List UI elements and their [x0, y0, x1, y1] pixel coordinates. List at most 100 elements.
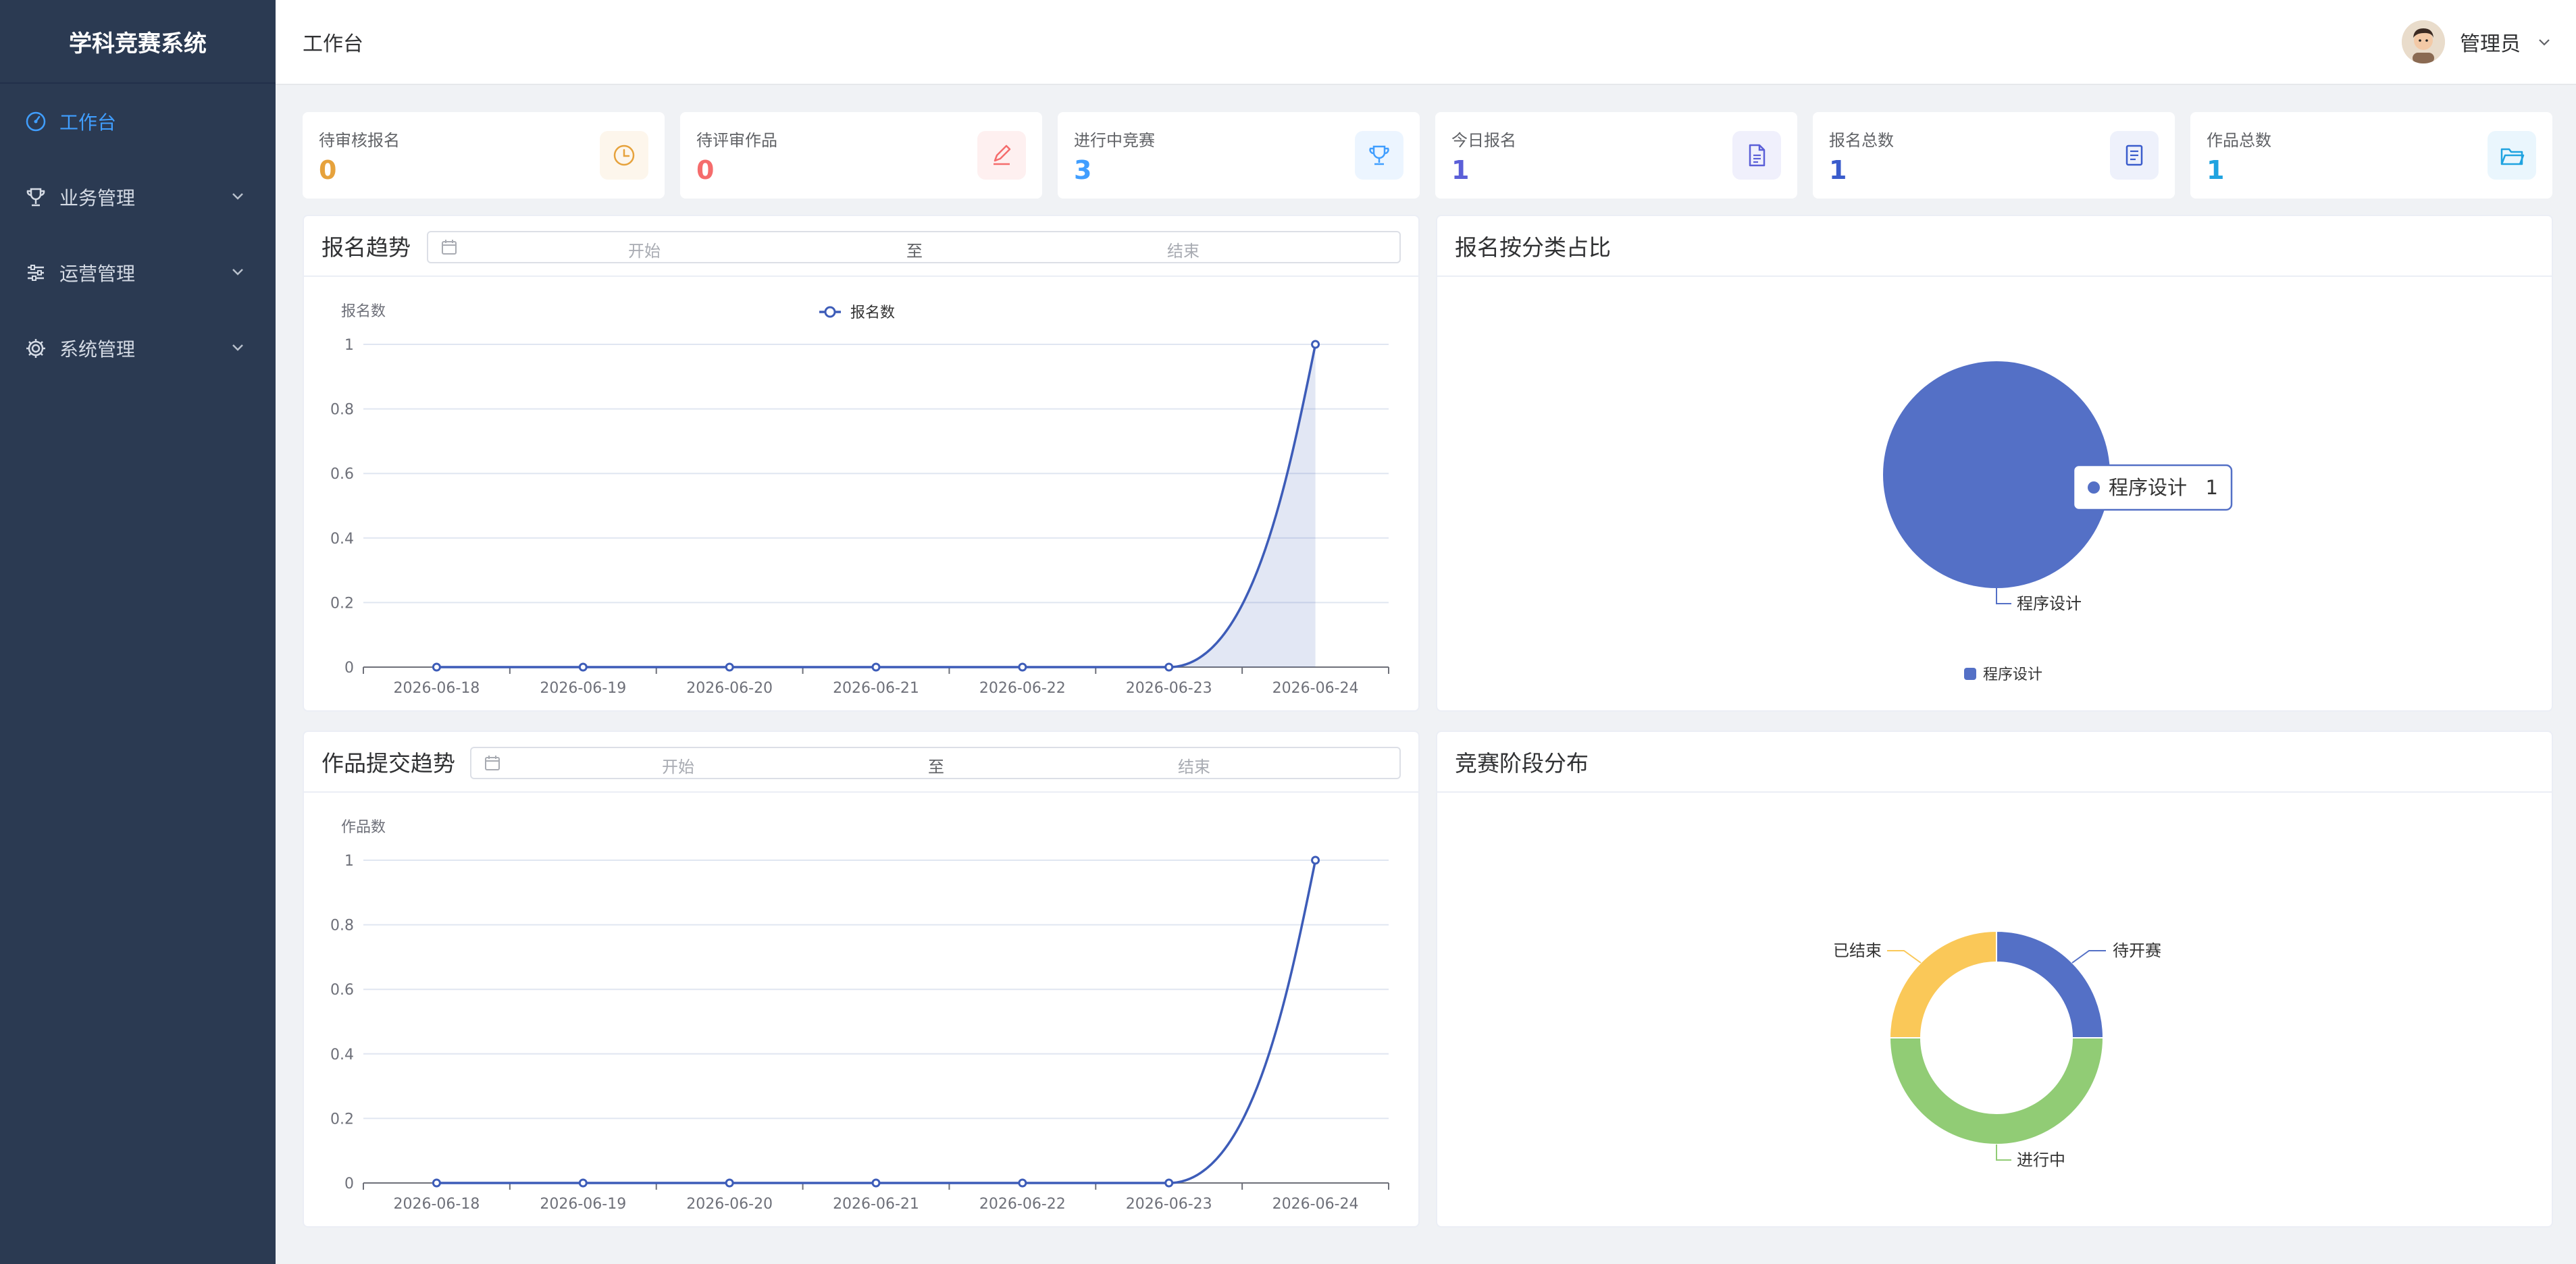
y-tick-label: 0.4: [330, 1047, 354, 1063]
data-point: [578, 1178, 588, 1188]
card-divider: [304, 791, 1418, 793]
stat-card-active-competitions[interactable]: 进行中竞赛 3: [1058, 112, 1420, 199]
stat-card-today-registrations[interactable]: 今日报名 1: [1435, 112, 1797, 199]
pen-icon: [977, 131, 1026, 180]
data-point: [1164, 662, 1174, 672]
data-point: [1018, 1178, 1027, 1188]
trophy-icon: [1355, 131, 1403, 180]
range-end-input[interactable]: 结束: [1178, 754, 1210, 777]
chevron-down-icon: [2535, 33, 2553, 51]
x-tick-label: 2026-06-19: [540, 1196, 626, 1213]
x-tick-label: 2026-06-21: [833, 1196, 919, 1213]
label-leader-line: [1996, 1144, 2011, 1161]
tooltip-marker: [2088, 481, 2100, 494]
gear-icon: [24, 337, 47, 360]
stat-label: 进行中竞赛: [1074, 131, 1155, 150]
range-start-input[interactable]: 开始: [662, 754, 694, 777]
top-header: 工作台 管理员: [276, 0, 2576, 85]
sidebar-item-label: 工作台: [59, 111, 117, 134]
stat-label: 待审核报名: [319, 131, 400, 150]
series-area: [436, 344, 1316, 667]
data-point: [1018, 662, 1027, 672]
card-title: 报名按分类占比: [1455, 234, 1611, 261]
stat-card-pending-registrations[interactable]: 待审核报名 0: [303, 112, 665, 199]
category-ratio-card: 报名按分类占比 程序设计 程序设计 程序设计 1: [1436, 215, 2553, 712]
x-tick-label: 2026-06-20: [686, 680, 773, 697]
data-point: [578, 662, 588, 672]
x-tick-label: 2026-06-23: [1126, 1196, 1212, 1213]
sidebar-item-label: 运营管理: [59, 263, 136, 285]
y-tick-label: 1: [344, 853, 354, 870]
sidebar: 学科竞赛系统 工作台 业务管理 运营管理 系统管理: [0, 0, 276, 1264]
sidebar-item-business[interactable]: 业务管理: [0, 159, 276, 235]
y-tick-label: 0: [344, 660, 354, 677]
data-point: [871, 662, 881, 672]
stat-card-total-registrations[interactable]: 报名总数 1: [1813, 112, 2175, 199]
card-divider: [1437, 275, 2552, 277]
y-axis-title: 作品数: [341, 819, 386, 836]
stat-card-pending-reviews[interactable]: 待评审作品 0: [680, 112, 1042, 199]
legend-marker: [824, 306, 836, 318]
date-range-picker[interactable]: 开始 至 结束: [427, 231, 1401, 263]
legend-label: 报名数: [850, 305, 895, 321]
stat-label: 今日报名: [1451, 131, 1516, 150]
slice-label: 进行中: [2017, 1151, 2065, 1169]
x-tick-label: 2026-06-20: [686, 1196, 773, 1213]
category-pie-chart: 程序设计程序设计程序设计 1: [1883, 361, 2233, 683]
x-tick-label: 2026-06-24: [1272, 680, 1359, 697]
gauge-icon: [24, 110, 47, 133]
user-menu[interactable]: 管理员: [2402, 20, 2553, 63]
stat-value: 1: [1451, 155, 1470, 185]
slice-label: 程序设计: [2017, 594, 2082, 613]
stage-distribution-card: 竞赛阶段分布 待开赛进行中已结束待开赛进行中已结束: [1436, 731, 2553, 1228]
x-tick-label: 2026-06-22: [979, 1196, 1066, 1213]
registration-trend-chart: 报名数 0 0.2 0.4 0.6 0.8 1 2026-06-18 2026-06-19 202…: [330, 303, 1389, 697]
x-tick-label: 2026-06-19: [540, 680, 626, 697]
user-name: 管理员: [2460, 32, 2521, 56]
y-tick-label: 0.8: [330, 402, 354, 419]
sidebar-item-system[interactable]: 系统管理: [0, 311, 276, 386]
slice-label: 已结束: [1833, 941, 1882, 960]
y-tick-label: 0.2: [330, 595, 354, 612]
data-point: [1311, 340, 1320, 349]
range-start-input[interactable]: 开始: [628, 238, 661, 261]
chevron-down-icon: [228, 186, 247, 205]
x-tick-label: 2026-06-24: [1272, 1196, 1359, 1213]
range-separator: 至: [928, 758, 944, 776]
data-point: [432, 662, 441, 672]
legend-label: 程序设计: [1983, 666, 2042, 683]
x-tick-label: 2026-06-23: [1126, 680, 1212, 697]
y-tick-label: 0.6: [330, 982, 354, 999]
label-leader-line: [1887, 950, 1922, 964]
y-tick-label: 0.6: [330, 466, 354, 483]
x-tick-label: 2026-06-21: [833, 680, 919, 697]
sidebar-item-dashboard[interactable]: 工作台: [0, 84, 276, 159]
tooltip-value: 1: [2206, 476, 2218, 499]
folder-icon: [2488, 131, 2536, 180]
label-leader-line: [2071, 950, 2106, 964]
trophy-icon: [24, 186, 47, 209]
stat-value: 3: [1074, 155, 1092, 185]
page-title: 工作台: [303, 32, 363, 56]
sidebar-item-operations[interactable]: 运营管理: [0, 235, 276, 311]
calendar-icon: [484, 754, 501, 776]
stat-card-total-works[interactable]: 作品总数 1: [2190, 112, 2552, 199]
stat-label: 待评审作品: [696, 131, 777, 150]
list-icon: [2110, 131, 2159, 180]
document-icon: [1732, 131, 1781, 180]
stat-value: 1: [2207, 155, 2225, 185]
data-point: [1311, 855, 1320, 865]
data-point: [725, 662, 734, 672]
card-title: 作品提交趋势: [321, 750, 455, 776]
stat-value: 1: [1829, 155, 1847, 185]
label-leader-line: [1996, 588, 2011, 604]
y-tick-label: 1: [344, 337, 354, 354]
stat-label: 报名总数: [1829, 131, 1894, 150]
series-line: [436, 344, 1317, 668]
app-logo-title: 学科竞赛系统: [0, 0, 276, 84]
avatar[interactable]: [2402, 20, 2445, 63]
date-range-picker[interactable]: 开始 至 结束: [470, 747, 1401, 779]
range-separator: 至: [906, 242, 923, 261]
submission-trend-card: 作品提交趋势 开始 至 结束 作品数 0 0.2 0.4 0.6 0.8 1 2026-06-…: [303, 731, 1420, 1228]
range-end-input[interactable]: 结束: [1167, 238, 1200, 261]
